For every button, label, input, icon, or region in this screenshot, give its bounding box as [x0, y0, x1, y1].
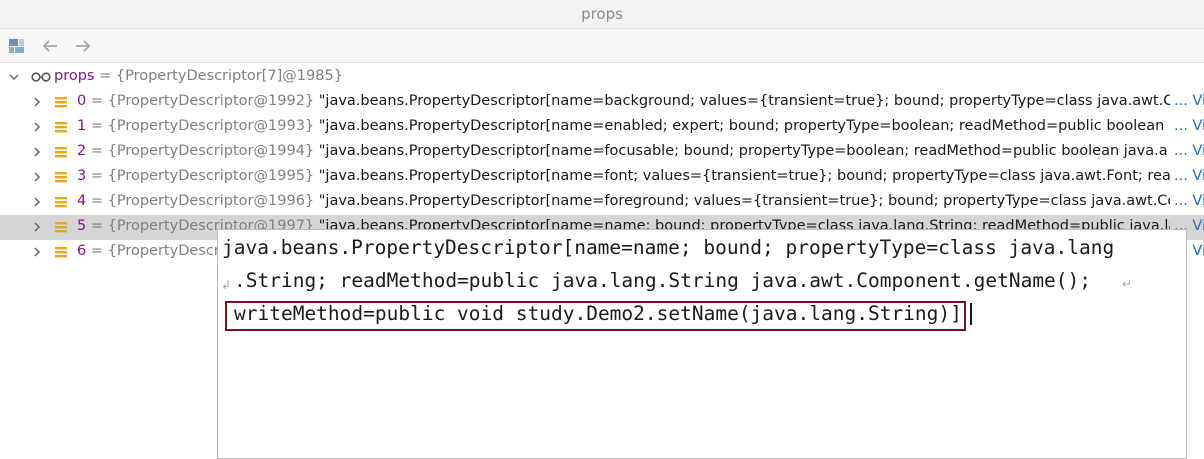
tree-row[interactable]: 0 = {PropertyDescriptor@1992} "java.bean… [0, 90, 1204, 115]
soft-wrap-end-icon: ↵ [1122, 277, 1133, 291]
soft-wrap-start-icon: ↲ [221, 278, 232, 292]
element-value: "java.beans.PropertyDescriptor[name=enab… [318, 118, 1165, 134]
chevron-down-icon[interactable] [7, 70, 21, 84]
view-link[interactable]: ... View [1170, 168, 1204, 184]
element-index: 6 [77, 243, 87, 259]
variable-ref: {PropertyDescriptor[7]@1985} [115, 68, 343, 84]
back-arrow-icon [42, 40, 57, 52]
element-ref: {PropertyDescriptor@1993} [107, 118, 315, 134]
back-button[interactable] [39, 35, 61, 57]
field-icon [55, 172, 67, 183]
element-value: "java.beans.PropertyDescriptor[name=back… [318, 93, 1187, 109]
watch-glasses-icon [31, 72, 51, 82]
element-index: 1 [77, 118, 87, 134]
tree-row[interactable]: 2 = {PropertyDescriptor@1994} "java.bean… [0, 140, 1204, 165]
view-link[interactable]: ... View [1170, 93, 1204, 109]
field-icon [55, 97, 67, 108]
chevron-right-icon[interactable] [30, 195, 44, 209]
tooltip-line-1: java.beans.PropertyDescriptor[name=name;… [222, 236, 1115, 259]
tree-row[interactable]: 4 = {PropertyDescriptor@1996} "java.bean… [0, 190, 1204, 215]
element-ref: {PropertyDescriptor@1996} [107, 193, 315, 209]
highlight-box [225, 301, 966, 331]
chevron-right-icon[interactable] [30, 120, 44, 134]
text-caret [970, 303, 972, 325]
element-index: 0 [77, 93, 87, 109]
chevron-right-icon[interactable] [30, 245, 44, 259]
element-index: 4 [77, 193, 87, 209]
field-icon [55, 147, 67, 158]
layout-button[interactable] [6, 35, 28, 57]
element-value: "java.beans.PropertyDescriptor[name=focu… [318, 143, 1168, 159]
field-icon [55, 222, 67, 233]
chevron-right-icon[interactable] [30, 95, 44, 109]
tooltip-line-2: .String; readMethod=public java.lang.Str… [234, 269, 1092, 292]
window-title-bar: props [0, 0, 1204, 29]
element-value: "java.beans.PropertyDescriptor[name=fore… [318, 193, 1190, 209]
element-index: 3 [77, 168, 87, 184]
field-icon [55, 122, 67, 133]
forward-arrow-icon [76, 40, 91, 52]
toolbar [0, 29, 1204, 63]
element-index: 5 [77, 218, 87, 234]
tree-row[interactable]: 3 = {PropertyDescriptor@1995} "java.bean… [0, 165, 1204, 190]
element-ref: {PropertyDescriptor@1994} [107, 143, 315, 159]
tree-root-row[interactable]: props = {PropertyDescriptor[7]@1985} [0, 65, 1204, 90]
view-link[interactable]: ... View [1170, 193, 1204, 209]
chevron-right-icon[interactable] [30, 145, 44, 159]
element-index: 2 [77, 143, 87, 159]
tree-row[interactable]: 1 = {PropertyDescriptor@1993} "java.bean… [0, 115, 1204, 140]
forward-button[interactable] [72, 35, 94, 57]
field-icon [55, 197, 67, 208]
view-link[interactable]: ... View [1170, 143, 1204, 159]
value-tooltip[interactable]: java.beans.PropertyDescriptor[name=name;… [217, 229, 1187, 459]
variable-name: props [54, 68, 95, 84]
chevron-right-icon[interactable] [30, 220, 44, 234]
field-icon [55, 247, 67, 258]
element-value: "java.beans.PropertyDescriptor[name=font… [318, 168, 1193, 184]
element-ref: {PropertyDescriptor@1995} [107, 168, 315, 184]
window-title: props [581, 5, 623, 23]
chevron-right-icon[interactable] [30, 170, 44, 184]
element-ref: {PropertyDescriptor@1992} [107, 93, 315, 109]
view-link[interactable]: ... View [1170, 118, 1204, 134]
layout-icon [9, 39, 24, 53]
